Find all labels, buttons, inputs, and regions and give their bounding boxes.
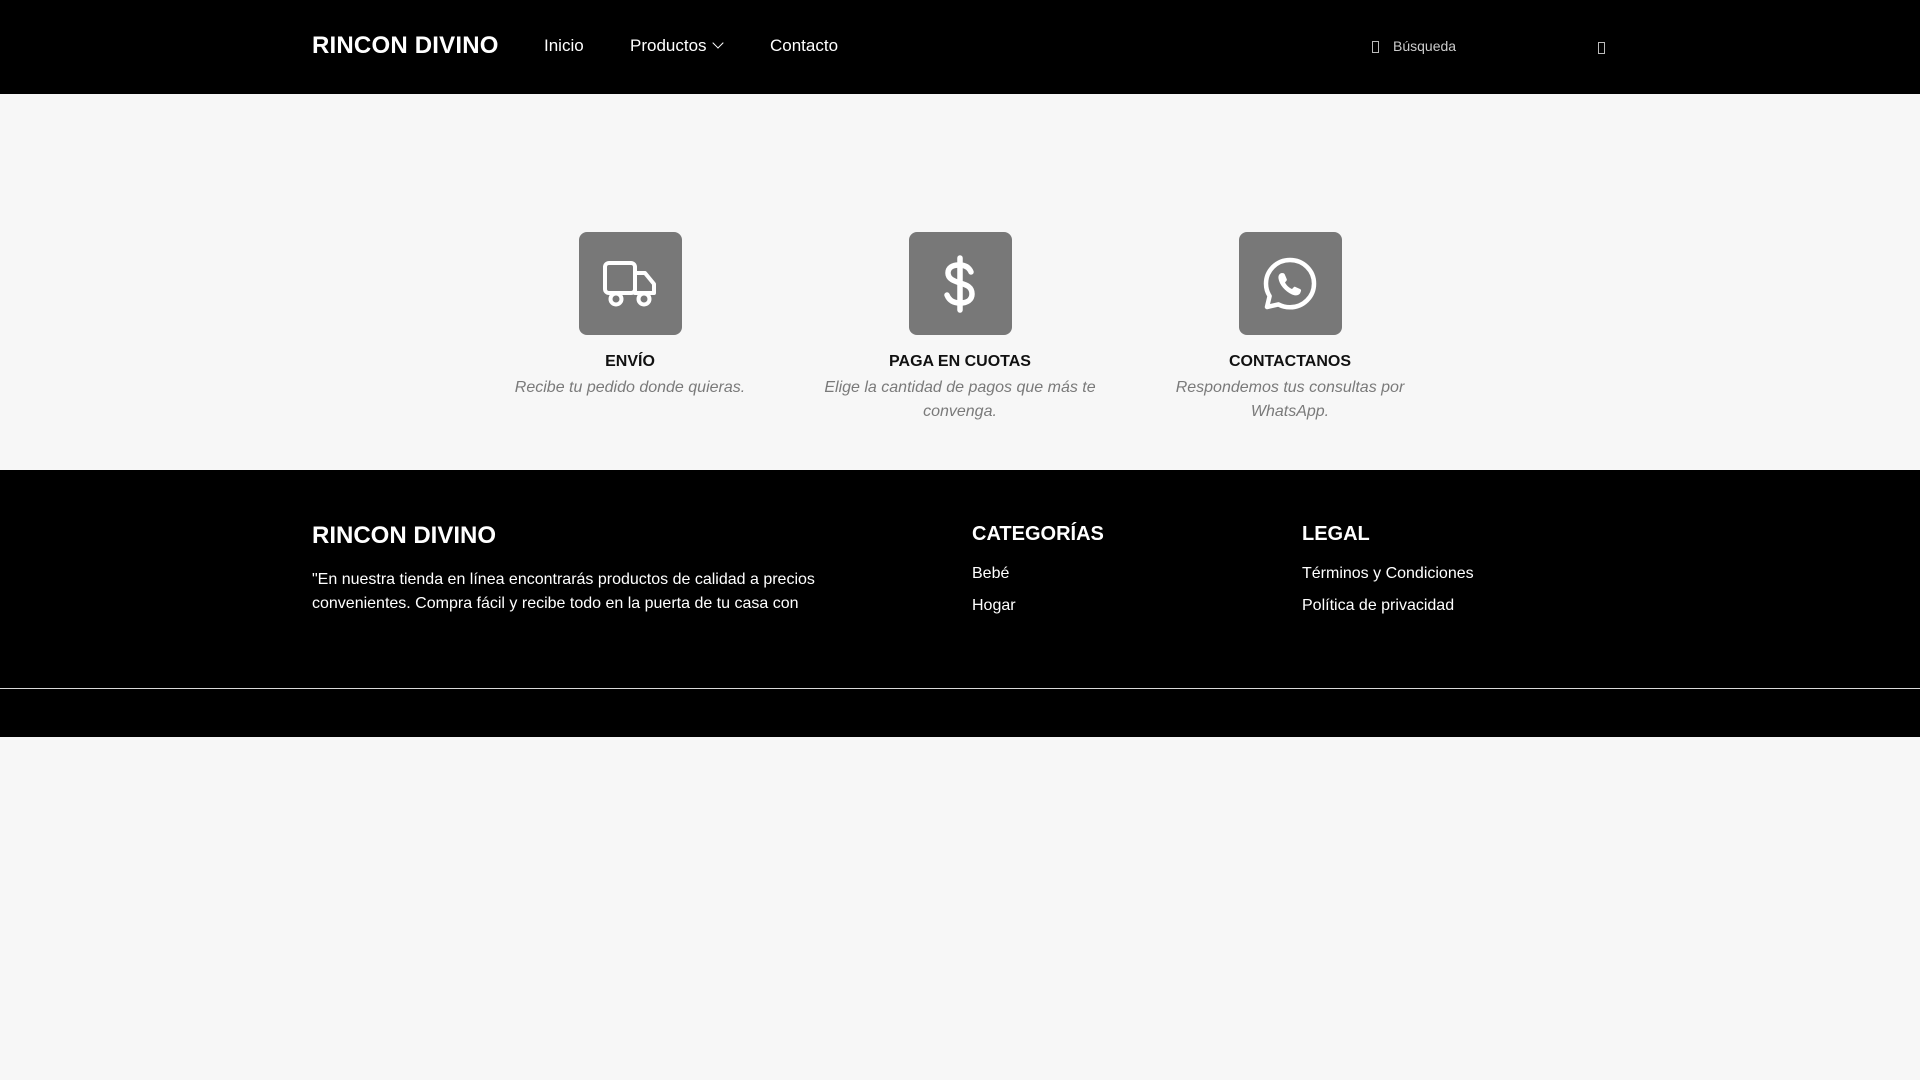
nav-link-contacto[interactable]: Contacto [770, 36, 838, 56]
site-header: RINCON DIVINO Inicio Productos Contacto [0, 0, 1920, 94]
privacy-policy-link[interactable]: Política de privacidad [1302, 596, 1474, 616]
truck-icon [578, 232, 682, 335]
search-input[interactable] [1393, 35, 1573, 57]
search-icon [1372, 41, 1379, 53]
search-bar [1362, 30, 1614, 62]
footer-legal: LEGAL Términos y Condiciones Política de… [1302, 522, 1474, 628]
legal-list: Términos y Condiciones Política de priva… [1302, 564, 1474, 616]
nav-productos-label: Productos [630, 36, 707, 55]
feature-cuotas: PAGA EN CUOTAS Elige la cantidad de pago… [815, 232, 1105, 424]
feature-title: PAGA EN CUOTAS [889, 353, 1031, 370]
chevron-down-icon [711, 37, 724, 49]
site-footer: RINCON DIVINO "En nuestra tienda en líne… [0, 470, 1920, 737]
footer-brand: RINCON DIVINO [312, 522, 497, 549]
feature-title: CONTACTANOS [1228, 353, 1352, 370]
dollar-icon [908, 232, 1012, 335]
brand-logo[interactable]: RINCON DIVINO [312, 32, 499, 60]
feature-description: Recibe tu pedido donde quieras. [514, 379, 746, 396]
nav-link-inicio[interactable]: Inicio [544, 36, 584, 56]
footer-divider [0, 688, 1920, 689]
search-submit-button[interactable] [1598, 42, 1605, 54]
footer-description: "En nuestra tienda en línea encontrarás … [312, 571, 815, 612]
terms-link[interactable]: Términos y Condiciones [1302, 564, 1474, 584]
feature-description: Respondemos tus consultas por WhatsApp. [1175, 379, 1405, 420]
footer-categories: CATEGORÍAS Bebé Hogar [972, 522, 1104, 628]
category-link-bebe[interactable]: Bebé [972, 564, 1104, 584]
feature-envio: ENVÍO Recibe tu pedido donde quieras. [485, 232, 775, 400]
nav-link-productos[interactable]: Productos [630, 36, 724, 56]
feature-contactanos: CONTACTANOS Respondemos tus consultas po… [1145, 232, 1435, 424]
legal-heading: LEGAL [1302, 523, 1370, 545]
categories-heading: CATEGORÍAS [972, 523, 1104, 545]
feature-description: Elige la cantidad de pagos que más te co… [824, 379, 1096, 420]
categories-list: Bebé Hogar [972, 564, 1104, 616]
whatsapp-icon [1238, 232, 1342, 335]
feature-title: ENVÍO [605, 353, 655, 370]
category-link-hogar[interactable]: Hogar [972, 596, 1104, 616]
